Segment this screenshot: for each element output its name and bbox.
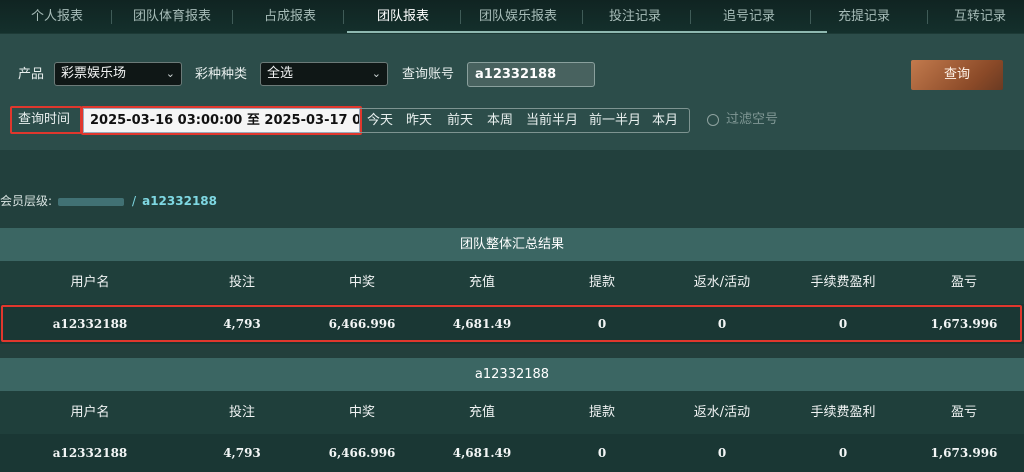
username-cell: a12332188 [52, 446, 128, 460]
account-input[interactable]: a12332188 [467, 62, 595, 87]
detail-table-title: a12332188 [0, 358, 1024, 391]
query-button[interactable]: 查询 [911, 60, 1003, 90]
section-gap [0, 344, 1024, 358]
chevron-down-icon: ⌄ [165, 67, 175, 80]
tab-chase-records[interactable]: 追号记录 [714, 0, 784, 34]
summary-table-title: 团队整体汇总结果 [0, 228, 1024, 261]
quick-range-group: 今天 昨天 前天 本周 当前半月 前一半月 本月 [360, 108, 690, 133]
redacted-level [58, 197, 125, 206]
column-header: 提款 [588, 275, 615, 290]
member-account-link[interactable]: a12332188 [142, 194, 217, 208]
tab-transfer-records[interactable]: 互转记录 [945, 0, 1015, 34]
bet-cell: 4,793 [223, 446, 261, 460]
column-header: 返水/活动 [693, 275, 751, 290]
column-header: 中奖 [348, 275, 375, 290]
fee-profit-cell: 0 [838, 446, 848, 460]
column-header: 充值 [468, 275, 495, 290]
column-header: 盈亏 [950, 275, 977, 290]
chevron-down-icon: ⌄ [371, 67, 381, 80]
summary-table-header: 用户名 投注 中奖 充值 提款 返水/活动 手续费盈利 盈亏 [0, 261, 1024, 304]
tab-divider [810, 10, 811, 24]
report-tabs: 个人报表 团队体育报表 占成报表 团队报表 团队娱乐报表 投注记录 追号记录 充… [0, 0, 1024, 34]
tab-divider [690, 10, 691, 24]
time-range-highlight [81, 106, 362, 135]
tab-bet-records[interactable]: 投注记录 [600, 0, 670, 34]
active-tab-underline [347, 31, 827, 33]
quick-range-day-before[interactable]: 前天 [447, 109, 473, 132]
column-header: 盈亏 [950, 405, 977, 420]
rebate-cell: 0 [717, 446, 727, 460]
column-header: 投注 [228, 405, 255, 420]
column-header: 充值 [468, 405, 495, 420]
tab-divider [927, 10, 928, 24]
filter-empty-radio[interactable] [707, 114, 719, 126]
withdraw-cell: 0 [597, 446, 607, 460]
quick-range-today[interactable]: 今天 [367, 109, 393, 132]
win-cell: 6,466.996 [328, 446, 396, 460]
column-header: 投注 [228, 275, 255, 290]
tab-divider [111, 10, 112, 24]
quick-range-current-half-month[interactable]: 当前半月 [526, 109, 578, 132]
column-header: 用户名 [70, 275, 110, 290]
tab-deposit-withdraw-records[interactable]: 充提记录 [829, 0, 899, 34]
column-header: 手续费盈利 [810, 405, 876, 420]
time-label: 查询时间 [18, 112, 71, 127]
column-header: 手续费盈利 [810, 275, 876, 290]
member-level-label: 会员层级: [0, 194, 53, 208]
column-header: 返水/活动 [693, 405, 751, 420]
product-label: 产品 [18, 67, 45, 82]
column-header: 提款 [588, 405, 615, 420]
quick-range-this-month[interactable]: 本月 [652, 109, 678, 132]
member-level-breadcrumb: 会员层级: / a12332188 [0, 193, 217, 209]
profit-loss-cell: 1,673.996 [930, 446, 998, 460]
deposit-cell: 4,681.49 [452, 446, 512, 460]
lottery-type-select[interactable]: 全选 ⌄ [260, 62, 388, 86]
tab-team-report[interactable]: 团队报表 [368, 0, 438, 34]
tab-divider [582, 10, 583, 24]
product-select[interactable]: 彩票娱乐场 ⌄ [54, 62, 182, 86]
table-row: a12332188 4,793 6,466.996 4,681.49 0 0 0… [0, 434, 1024, 472]
tab-personal-report[interactable]: 个人报表 [22, 0, 92, 34]
lottery-type-select-value: 全选 [267, 66, 294, 81]
column-header: 中奖 [348, 405, 375, 420]
tab-share-report[interactable]: 占成报表 [255, 0, 325, 34]
column-header: 用户名 [70, 405, 110, 420]
breadcrumb-separator: / [132, 194, 137, 208]
tab-divider [343, 10, 344, 24]
filter-empty-label[interactable]: 过滤空号 [726, 110, 778, 130]
account-label: 查询账号 [402, 67, 455, 82]
quick-range-this-week[interactable]: 本周 [487, 109, 513, 132]
tab-divider [460, 10, 461, 24]
quick-range-yesterday[interactable]: 昨天 [406, 109, 432, 132]
tab-team-entertainment-report[interactable]: 团队娱乐报表 [470, 0, 566, 34]
tab-team-sports-report[interactable]: 团队体育报表 [124, 0, 220, 34]
summary-row-highlight [1, 305, 1022, 342]
detail-table-header: 用户名 投注 中奖 充值 提款 返水/活动 手续费盈利 盈亏 [0, 391, 1024, 434]
product-select-value: 彩票娱乐场 [61, 66, 127, 81]
tab-divider [232, 10, 233, 24]
lottery-type-label: 彩种种类 [195, 67, 248, 82]
quick-range-previous-half-month[interactable]: 前一半月 [589, 109, 641, 132]
